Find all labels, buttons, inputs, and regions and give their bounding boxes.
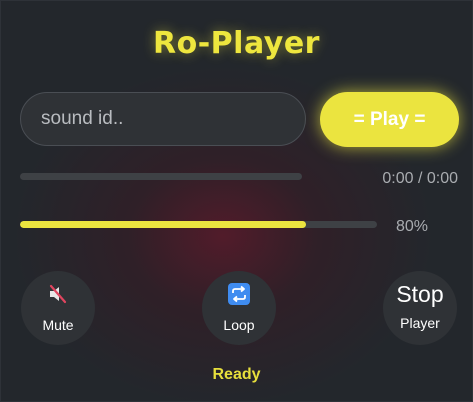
volume-percent: 80% bbox=[396, 218, 429, 235]
volume-fill bbox=[20, 221, 306, 228]
mute-label: Mute bbox=[42, 317, 74, 333]
volume-slider[interactable] bbox=[20, 221, 377, 228]
status-text: Ready bbox=[212, 366, 261, 383]
stop-label: Stop bbox=[396, 281, 444, 307]
muted-speaker-icon bbox=[49, 284, 67, 304]
stop-player-button[interactable]: Stop Player bbox=[383, 271, 457, 345]
player-window: Ro-Player = Play = 0:00 / 0:00 80% Mute … bbox=[0, 0, 473, 402]
loop-label: Loop bbox=[223, 317, 255, 333]
loop-arrows-icon bbox=[228, 283, 250, 305]
sound-id-input[interactable] bbox=[20, 92, 306, 146]
play-button[interactable]: = Play = bbox=[320, 92, 459, 147]
stop-sublabel: Player bbox=[400, 315, 440, 331]
mute-button[interactable]: Mute bbox=[21, 271, 95, 345]
app-title: Ro-Player bbox=[153, 26, 320, 61]
loop-button[interactable]: Loop bbox=[202, 271, 276, 345]
progress-bar[interactable] bbox=[20, 173, 302, 180]
time-readout: 0:00 / 0:00 bbox=[382, 170, 458, 187]
